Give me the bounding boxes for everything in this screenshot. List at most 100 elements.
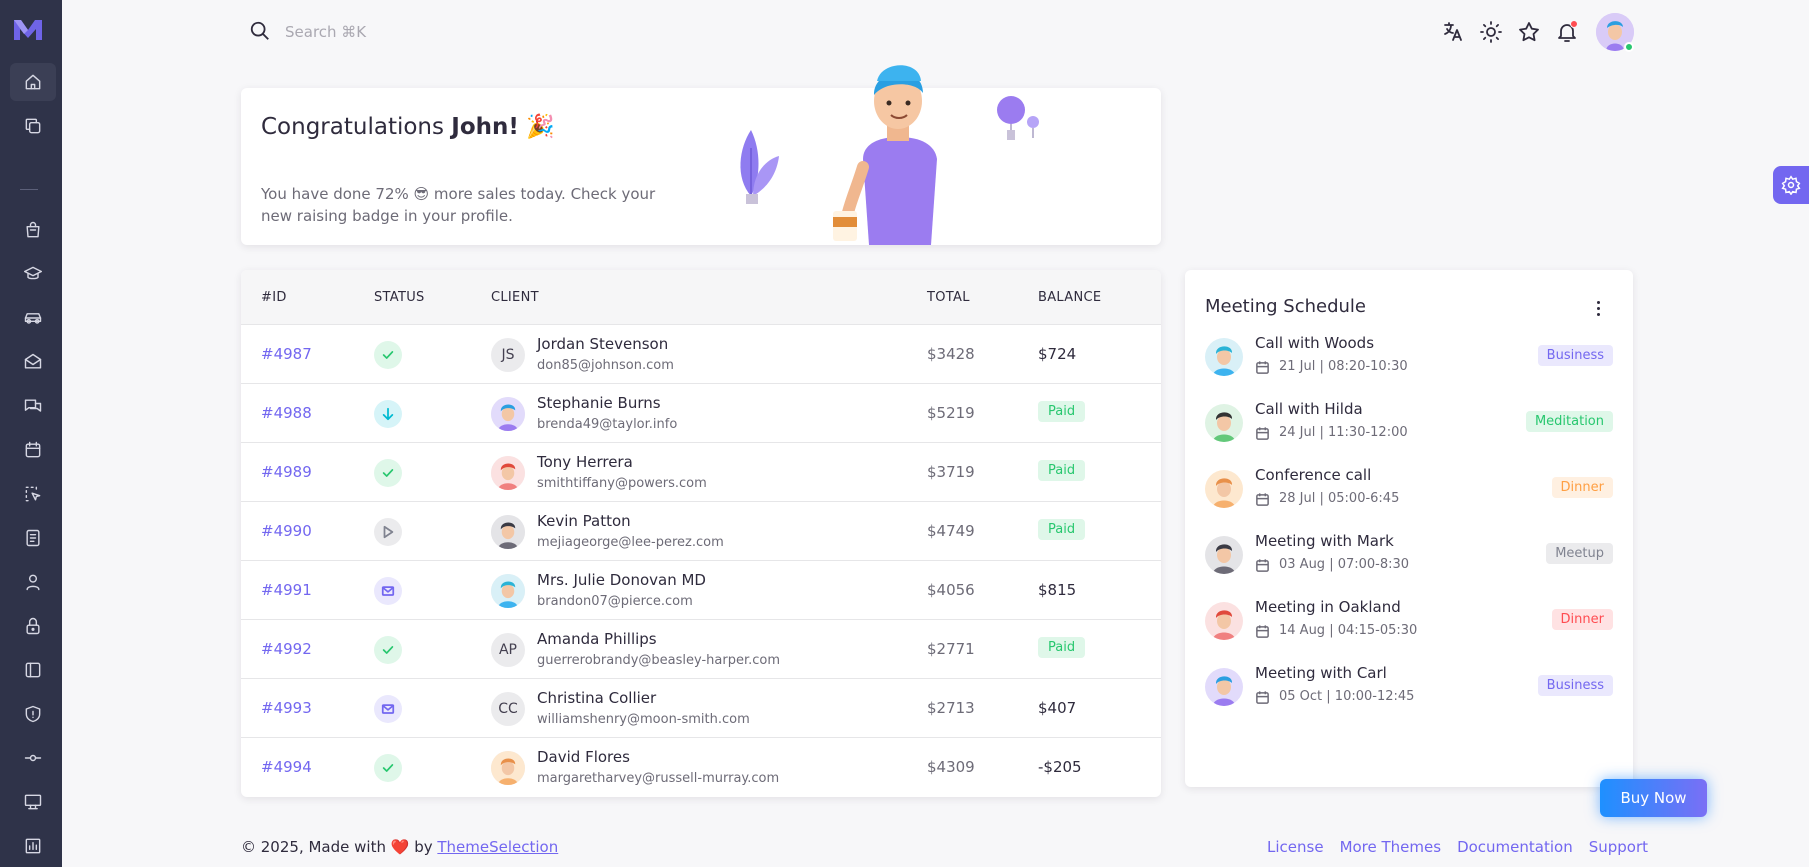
avatar bbox=[1205, 668, 1243, 706]
more-vertical-icon[interactable] bbox=[1586, 296, 1610, 320]
car-icon bbox=[24, 313, 42, 324]
plant-illustration bbox=[740, 130, 779, 204]
sidebar-item-ecommerce[interactable] bbox=[10, 211, 56, 249]
invoice-balance: -$205 bbox=[1038, 758, 1082, 776]
invoice-total: $2713 bbox=[927, 699, 975, 717]
sidebar-item-kanban[interactable] bbox=[10, 475, 56, 513]
sidebar-item-users[interactable] bbox=[10, 563, 56, 601]
search-icon[interactable] bbox=[249, 20, 271, 42]
table-row[interactable]: #4993 CC Christina Collier williamshenry@mo… bbox=[241, 679, 1161, 738]
client-name: Mrs. Julie Donovan MD bbox=[537, 571, 706, 589]
invoice-id-link[interactable]: #4991 bbox=[261, 581, 312, 599]
table-header: #ID STATUS CLIENT TOTAL BALANCE bbox=[241, 270, 1161, 325]
template-customizer-button[interactable] bbox=[1773, 166, 1809, 204]
meeting-badge: Dinner bbox=[1551, 477, 1613, 498]
client-email: brenda49@taylor.info bbox=[537, 417, 678, 432]
table-row[interactable]: #4989 Tony Herrera smithtiffany@powers.com… bbox=[241, 443, 1161, 502]
shortcuts-button[interactable] bbox=[1517, 20, 1541, 44]
footer-brand-link[interactable]: ThemeSelection bbox=[437, 838, 558, 856]
client-name: Stephanie Burns bbox=[537, 394, 661, 412]
logo-icon[interactable] bbox=[13, 18, 43, 42]
column-header-client[interactable]: CLIENT bbox=[491, 290, 539, 305]
footer-link-support[interactable]: Support bbox=[1589, 838, 1648, 856]
paid-badge: Paid bbox=[1038, 460, 1086, 481]
sidebar-item-modals[interactable] bbox=[10, 783, 56, 821]
status-check-icon[interactable] bbox=[374, 754, 402, 782]
meeting-item[interactable]: Call with Hilda 24 Jul | 11:30-12:00 Medit… bbox=[1205, 398, 1613, 448]
invoice-id-link[interactable]: #4987 bbox=[261, 345, 312, 363]
client-name: Kevin Patton bbox=[537, 512, 631, 530]
theme-toggle-button[interactable] bbox=[1479, 20, 1503, 44]
buy-now-button[interactable]: Buy Now bbox=[1600, 779, 1707, 817]
column-header-status[interactable]: STATUS bbox=[374, 290, 425, 305]
sidebar-item-chat[interactable] bbox=[10, 387, 56, 425]
sidebar bbox=[0, 0, 62, 867]
column-header-id[interactable]: #ID bbox=[261, 290, 287, 305]
table-row[interactable]: #4987 JS Jordan Stevenson don85@johnson.com… bbox=[241, 325, 1161, 384]
avatar bbox=[491, 574, 525, 608]
avatar bbox=[491, 397, 525, 431]
language-button[interactable] bbox=[1441, 20, 1465, 44]
avatar: AP bbox=[491, 633, 525, 667]
meeting-date: 28 Jul | 05:00-6:45 bbox=[1279, 491, 1400, 506]
invoice-id-link[interactable]: #4989 bbox=[261, 463, 312, 481]
status-arrow-down-icon[interactable] bbox=[374, 400, 402, 428]
table-row[interactable]: #4992 AP Amanda Phillips guerrerobrandy@bea… bbox=[241, 620, 1161, 679]
meeting-item[interactable]: Meeting in Oakland 14 Aug | 04:15-05:30 Di… bbox=[1205, 596, 1613, 646]
invoice-id-link[interactable]: #4994 bbox=[261, 758, 312, 776]
status-check-icon[interactable] bbox=[374, 459, 402, 487]
invoice-id-link[interactable]: #4990 bbox=[261, 522, 312, 540]
calendar-icon bbox=[25, 441, 41, 458]
sidebar-item-wizard[interactable] bbox=[10, 739, 56, 777]
sidebar-item-layouts[interactable] bbox=[10, 107, 56, 145]
avatar bbox=[491, 751, 525, 785]
table-row[interactable]: #4988 Stephanie Burns brenda49@taylor.info… bbox=[241, 384, 1161, 443]
table-row[interactable]: #4991 Mrs. Julie Donovan MD brandon07@pier… bbox=[241, 561, 1161, 620]
sidebar-item-calendar[interactable] bbox=[10, 431, 56, 469]
invoice-id-link[interactable]: #4992 bbox=[261, 640, 312, 658]
notifications-button[interactable] bbox=[1555, 20, 1579, 44]
client-name: Amanda Phillips bbox=[537, 630, 657, 648]
chart-bar-icon bbox=[25, 838, 41, 854]
invoice-id-link[interactable]: #4993 bbox=[261, 699, 312, 717]
meeting-badge: Business bbox=[1537, 675, 1613, 696]
congratulations-card: Congratulations John! 🎉 You have done 72… bbox=[241, 65, 1161, 245]
avatar: CC bbox=[491, 692, 525, 726]
meeting-item[interactable]: Meeting with Carl 05 Oct | 10:00-12:45 Bus… bbox=[1205, 662, 1613, 712]
status-check-icon[interactable] bbox=[374, 636, 402, 664]
lock-icon bbox=[26, 617, 40, 635]
status-mail-icon[interactable] bbox=[374, 695, 402, 723]
status-check-icon[interactable] bbox=[374, 341, 402, 369]
search-input[interactable] bbox=[285, 20, 485, 44]
settings-icon bbox=[1781, 175, 1801, 195]
sidebar-item-pages[interactable] bbox=[10, 651, 56, 689]
invoice-id-link[interactable]: #4988 bbox=[261, 404, 312, 422]
status-mail-icon[interactable] bbox=[374, 577, 402, 605]
sidebar-item-charts[interactable] bbox=[10, 827, 56, 865]
sidebar-item-invoice[interactable] bbox=[10, 519, 56, 557]
sidebar-item-auth[interactable] bbox=[10, 695, 56, 733]
sidebar-item-academy[interactable] bbox=[10, 255, 56, 293]
sidebar-item-logistics[interactable] bbox=[10, 299, 56, 337]
table-row[interactable]: #4990 Kevin Patton mejiageorge@lee-perez.c… bbox=[241, 502, 1161, 561]
sidebar-item-roles[interactable] bbox=[10, 607, 56, 645]
footer-link-license[interactable]: License bbox=[1267, 838, 1324, 856]
footer-link-documentation[interactable]: Documentation bbox=[1457, 838, 1573, 856]
meeting-item[interactable]: Conference call 28 Jul | 05:00-6:45 Dinner bbox=[1205, 464, 1613, 514]
meeting-item[interactable]: Call with Woods 21 Jul | 08:20-10:30 Busin… bbox=[1205, 332, 1613, 382]
footer-link-more-themes[interactable]: More Themes bbox=[1340, 838, 1442, 856]
copy-icon bbox=[25, 118, 41, 134]
shopping-bag-icon bbox=[26, 221, 40, 238]
sidebar-item-email[interactable] bbox=[10, 343, 56, 381]
column-header-balance[interactable]: BALANCE bbox=[1038, 290, 1101, 305]
paid-badge: Paid bbox=[1038, 519, 1086, 540]
paid-badge: Paid bbox=[1038, 637, 1086, 658]
column-header-total[interactable]: TOTAL bbox=[927, 290, 970, 305]
status-play-icon[interactable] bbox=[374, 518, 402, 546]
table-row[interactable]: #4994 David Flores margaretharvey@russell-… bbox=[241, 738, 1161, 797]
client-email: don85@johnson.com bbox=[537, 358, 674, 373]
user-icon bbox=[26, 574, 40, 591]
sidebar-item-home[interactable] bbox=[10, 63, 56, 101]
meeting-item[interactable]: Meeting with Mark 03 Aug | 07:00-8:30 Meet… bbox=[1205, 530, 1613, 580]
school-icon bbox=[23, 266, 43, 280]
